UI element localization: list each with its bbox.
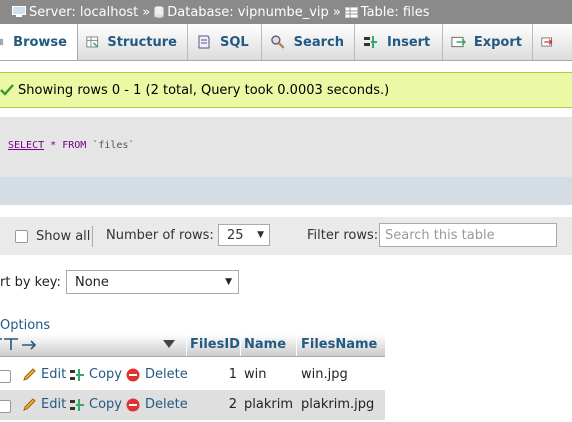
breadcrumb-separator: » [142,4,151,20]
options-link[interactable]: Options [0,318,50,333]
copy-button[interactable]: Copy [70,367,122,382]
sql-actions-bar [0,177,572,205]
edit-button[interactable]: Edit [22,367,66,382]
tab-browse-label: Browse [13,34,67,50]
delete-label: Delete [145,367,188,382]
tab-insert-label: Insert [387,34,431,50]
sort-by-key-value: None [75,274,109,290]
copy-button[interactable]: Copy [70,397,122,412]
sql-query: SELECT * FROM `files` [8,140,134,151]
number-of-rows-label: Number of rows: [106,228,214,243]
tab-bar: Browse Structure SQL Search Insert Expor… [0,24,572,61]
column-divider [296,334,297,356]
column-header-filesid[interactable]: FilesID [190,337,240,352]
divider [92,226,93,247]
results-table: FilesID Name FilesName Edit Copy Delete … [0,334,385,420]
table-icon [344,6,358,18]
tab-structure-label: Structure [107,34,177,50]
delete-button[interactable]: Delete [126,397,188,412]
table-header: FilesID Name FilesName [0,334,385,357]
delete-button[interactable]: Delete [126,367,188,382]
delete-icon [126,398,140,411]
filter-rows-input[interactable]: Search this table [379,223,557,247]
copy-icon [70,368,84,381]
number-of-rows-value: 25 [227,227,244,243]
success-notice: Showing rows 0 - 1 (2 total, Query took … [0,72,572,108]
sort-by-key-select[interactable]: None ▼ [66,270,239,294]
import-icon [541,37,553,47]
column-divider [240,334,241,356]
row-checkbox[interactable] [0,370,11,383]
tab-import[interactable] [533,24,572,60]
breadcrumb-separator: » [332,4,341,20]
column-resize-arrows-icon[interactable] [0,336,40,356]
tab-search-label: Search [293,34,344,50]
cell-filesid: 2 [228,397,237,412]
breadcrumb: Server: localhost » Database: vipnumbe_v… [0,0,572,24]
column-divider [186,334,187,356]
table-row: Edit Copy Delete 2 plakrim plakrim.jpg [0,390,385,420]
edit-label: Edit [41,367,67,382]
tab-sql-label: SQL [220,34,249,50]
show-all-checkbox[interactable] [15,230,28,243]
structure-icon [86,36,99,48]
row-checkbox[interactable] [0,400,11,413]
filter-rows-label: Filter rows: [307,228,379,243]
copy-label: Copy [89,367,122,382]
delete-label: Delete [145,397,188,412]
pencil-icon [23,367,36,381]
cell-name: win [244,367,267,382]
tab-export[interactable]: Export [443,24,533,60]
sql-icon [198,35,210,49]
search-icon [271,35,285,49]
tab-search[interactable]: Search [262,24,355,60]
sort-by-key-label: rt by key: [0,275,61,290]
breadcrumb-table[interactable]: Table: files [344,4,430,20]
show-all-toggle[interactable]: Show all [15,229,90,244]
breadcrumb-database-label: Database: vipnumbe_vip [167,4,329,20]
copy-label: Copy [89,397,122,412]
cell-filesname: win.jpg [301,367,348,382]
cell-filesid: 1 [228,367,237,382]
insert-icon [364,36,377,48]
edit-label: Edit [41,397,67,412]
cell-name: plakrim [244,397,293,412]
sql-select-keyword[interactable]: SELECT [8,140,44,151]
show-all-label: Show all [36,229,91,244]
tab-export-label: Export [473,34,522,50]
cell-filesname: plakrim.jpg [301,397,375,412]
column-header-filesname[interactable]: FilesName [301,337,377,352]
sql-table-name: `files` [92,140,135,151]
pencil-icon [23,397,36,411]
breadcrumb-server[interactable]: Server: localhost » [0,5,154,20]
breadcrumb-server-label: Server: localhost [29,4,139,20]
breadcrumb-database[interactable]: Database: vipnumbe_vip » [154,5,345,20]
number-of-rows-select[interactable]: 25 ▼ [218,224,270,246]
dropdown-arrow-icon: ▼ [257,230,264,240]
export-icon [451,36,466,48]
browse-icon [0,38,4,46]
column-header-name[interactable]: Name [244,337,286,352]
delete-icon [126,368,140,381]
server-icon [12,6,26,17]
sql-query-box: SELECT * FROM `files` [0,117,572,177]
sort-dropdown-icon[interactable] [163,338,175,353]
success-notice-text: Showing rows 0 - 1 (2 total, Query took … [18,82,390,98]
tab-structure[interactable]: Structure [78,24,188,60]
checkmark-icon [0,84,14,96]
copy-icon [70,398,84,411]
navigation-row: Show all Number of rows: 25 ▼ Filter row… [0,216,572,255]
sql-from-clause: * FROM [50,140,87,151]
tab-sql[interactable]: SQL [188,24,262,60]
database-icon [154,6,164,18]
tab-insert[interactable]: Insert [355,24,443,60]
filter-rows-placeholder: Search this table [385,227,495,243]
dropdown-arrow-icon: ▼ [225,277,232,287]
tab-browse[interactable]: Browse [0,24,78,60]
edit-button[interactable]: Edit [22,397,66,412]
breadcrumb-table-label: Table: files [360,4,430,20]
table-row: Edit Copy Delete 1 win win.jpg [0,360,385,390]
